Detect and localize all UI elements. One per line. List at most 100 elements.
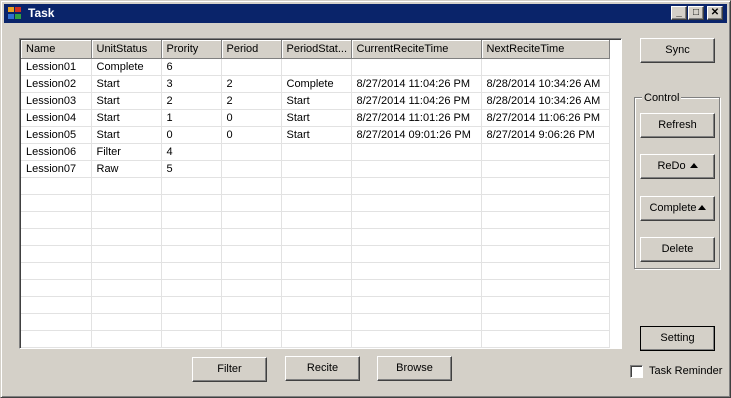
cell-prority[interactable]: 6 bbox=[161, 58, 222, 76]
table-row[interactable]: Lession06 Filter 4 bbox=[21, 143, 610, 161]
empty-cell bbox=[351, 245, 482, 263]
empty-cell bbox=[21, 296, 92, 314]
cell-period[interactable] bbox=[221, 160, 282, 178]
cell-name[interactable]: Lession02 bbox=[21, 75, 92, 93]
delete-button[interactable]: Delete bbox=[640, 237, 715, 262]
column-header-prority[interactable]: Prority bbox=[161, 40, 222, 59]
cell-nextrecitetime[interactable] bbox=[481, 143, 610, 161]
empty-row bbox=[21, 296, 610, 314]
empty-cell bbox=[351, 211, 482, 229]
cell-prority[interactable]: 0 bbox=[161, 126, 222, 144]
setting-button[interactable]: Setting bbox=[640, 326, 715, 351]
cell-nextrecitetime[interactable]: 8/28/2014 10:34:26 AM bbox=[481, 92, 610, 110]
cell-currentrecitetime[interactable]: 8/27/2014 11:01:26 PM bbox=[351, 109, 482, 127]
empty-cell bbox=[351, 347, 482, 348]
empty-cell bbox=[351, 296, 482, 314]
table-row[interactable]: Lession01 Complete 6 bbox=[21, 58, 610, 76]
cell-nextrecitetime[interactable]: 8/27/2014 9:06:26 PM bbox=[481, 126, 610, 144]
empty-cell bbox=[161, 279, 222, 297]
cell-prority[interactable]: 2 bbox=[161, 92, 222, 110]
table-row[interactable]: Lession04 Start 1 0 Start 8/27/2014 11:01:26 … bbox=[21, 109, 610, 127]
empty-row bbox=[21, 194, 610, 212]
cell-unitstatus[interactable]: Start bbox=[91, 126, 162, 144]
cell-prority[interactable]: 1 bbox=[161, 109, 222, 127]
task-grid[interactable]: Name UnitStatus Prority Period PeriodSta… bbox=[19, 38, 622, 349]
empty-cell bbox=[91, 330, 162, 348]
filter-button[interactable]: Filter bbox=[192, 357, 267, 382]
empty-cell bbox=[161, 347, 222, 348]
cell-unitstatus[interactable]: Start bbox=[91, 92, 162, 110]
refresh-button[interactable]: Refresh bbox=[640, 113, 715, 138]
cell-currentrecitetime[interactable]: 8/27/2014 09:01:26 PM bbox=[351, 126, 482, 144]
cell-prority[interactable]: 5 bbox=[161, 160, 222, 178]
cell-period[interactable]: 0 bbox=[221, 126, 282, 144]
column-header-currentrecitetime[interactable]: CurrentReciteTime bbox=[351, 40, 482, 59]
cell-name[interactable]: Lession05 bbox=[21, 126, 92, 144]
empty-cell bbox=[281, 347, 352, 348]
column-header-period[interactable]: Period bbox=[221, 40, 282, 59]
close-button[interactable]: ✕ bbox=[707, 6, 723, 20]
cell-name[interactable]: Lession04 bbox=[21, 109, 92, 127]
table-row[interactable]: Lession03 Start 2 2 Start 8/27/2014 11:04:26 … bbox=[21, 92, 610, 110]
empty-row bbox=[21, 313, 610, 331]
cell-nextrecitetime[interactable]: 8/28/2014 10:34:26 AM bbox=[481, 75, 610, 93]
cell-periodstatus[interactable]: Start bbox=[281, 126, 352, 144]
grid-header-row: Name UnitStatus Prority Period PeriodSta… bbox=[21, 40, 610, 59]
empty-cell bbox=[21, 262, 92, 280]
empty-cell bbox=[21, 347, 92, 348]
cell-period[interactable]: 2 bbox=[221, 92, 282, 110]
cell-periodstatus[interactable]: Complete bbox=[281, 75, 352, 93]
cell-unitstatus[interactable]: Start bbox=[91, 109, 162, 127]
task-reminder-label[interactable]: Task Reminder bbox=[649, 365, 722, 378]
empty-row bbox=[21, 262, 610, 280]
cell-periodstatus[interactable] bbox=[281, 143, 352, 161]
empty-cell bbox=[281, 194, 352, 212]
empty-cell bbox=[351, 194, 482, 212]
cell-unitstatus[interactable]: Start bbox=[91, 75, 162, 93]
cell-currentrecitetime[interactable] bbox=[351, 58, 482, 76]
column-header-unitstatus[interactable]: UnitStatus bbox=[91, 40, 162, 59]
cell-periodstatus[interactable]: Start bbox=[281, 109, 352, 127]
title-bar[interactable]: Task _ □ ✕ bbox=[4, 4, 727, 23]
complete-button[interactable]: Complete bbox=[640, 196, 715, 221]
cell-unitstatus[interactable]: Filter bbox=[91, 143, 162, 161]
cell-periodstatus[interactable]: Start bbox=[281, 92, 352, 110]
table-row[interactable]: Lession02 Start 3 2 Complete 8/27/2014 11:04:… bbox=[21, 75, 610, 93]
cell-nextrecitetime[interactable]: 8/27/2014 11:06:26 PM bbox=[481, 109, 610, 127]
cell-currentrecitetime[interactable]: 8/27/2014 11:04:26 PM bbox=[351, 75, 482, 93]
maximize-button[interactable]: □ bbox=[688, 6, 704, 20]
cell-periodstatus[interactable] bbox=[281, 160, 352, 178]
table-row[interactable]: Lession07 Raw 5 bbox=[21, 160, 610, 178]
cell-prority[interactable]: 3 bbox=[161, 75, 222, 93]
cell-period[interactable] bbox=[221, 58, 282, 76]
cell-name[interactable]: Lession07 bbox=[21, 160, 92, 178]
cell-nextrecitetime[interactable] bbox=[481, 160, 610, 178]
cell-name[interactable]: Lession01 bbox=[21, 58, 92, 76]
cell-period[interactable] bbox=[221, 143, 282, 161]
task-reminder-checkbox[interactable] bbox=[630, 365, 643, 378]
empty-cell bbox=[21, 245, 92, 263]
cell-unitstatus[interactable]: Raw bbox=[91, 160, 162, 178]
cell-periodstatus[interactable] bbox=[281, 58, 352, 76]
cell-period[interactable]: 0 bbox=[221, 109, 282, 127]
cell-prority[interactable]: 4 bbox=[161, 143, 222, 161]
redo-button[interactable]: ReDo bbox=[640, 154, 715, 179]
column-header-name[interactable]: Name bbox=[21, 40, 92, 59]
cell-currentrecitetime[interactable] bbox=[351, 143, 482, 161]
column-header-periodstatus[interactable]: PeriodStat... bbox=[281, 40, 352, 59]
cell-nextrecitetime[interactable] bbox=[481, 58, 610, 76]
empty-cell bbox=[221, 296, 282, 314]
cell-currentrecitetime[interactable]: 8/27/2014 11:04:26 PM bbox=[351, 92, 482, 110]
cell-name[interactable]: Lession06 bbox=[21, 143, 92, 161]
table-row[interactable]: Lession05 Start 0 0 Start 8/27/2014 09:01:26 … bbox=[21, 126, 610, 144]
column-header-nextrecitetime[interactable]: NextReciteTime bbox=[481, 40, 610, 59]
cell-currentrecitetime[interactable] bbox=[351, 160, 482, 178]
cell-name[interactable]: Lession03 bbox=[21, 92, 92, 110]
recite-button[interactable]: Recite bbox=[285, 356, 360, 381]
minimize-button[interactable]: _ bbox=[671, 6, 687, 20]
cell-period[interactable]: 2 bbox=[221, 75, 282, 93]
browse-button[interactable]: Browse bbox=[377, 356, 452, 381]
cell-unitstatus[interactable]: Complete bbox=[91, 58, 162, 76]
empty-cell bbox=[91, 279, 162, 297]
sync-button[interactable]: Sync bbox=[640, 38, 715, 63]
